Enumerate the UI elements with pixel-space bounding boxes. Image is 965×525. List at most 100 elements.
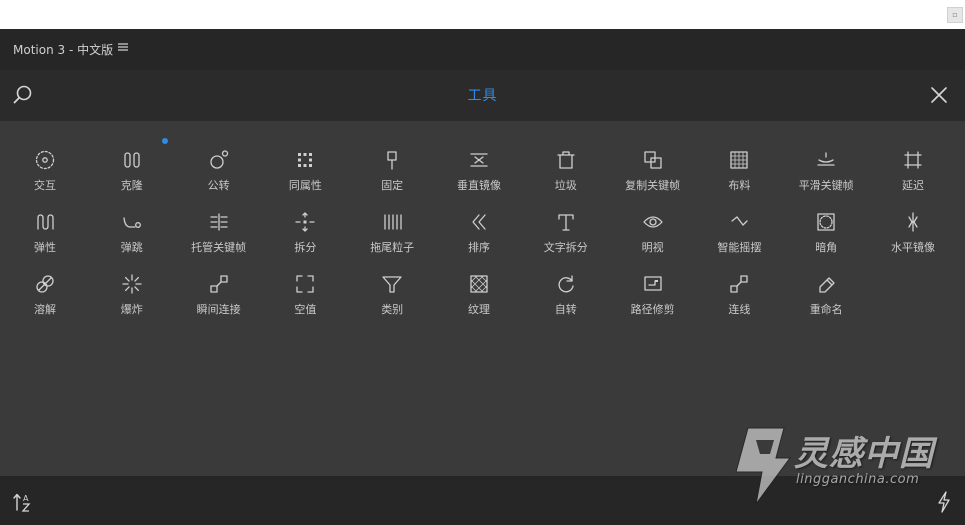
sort-order-icon: [469, 212, 489, 232]
vertical-mirror-icon: [469, 150, 489, 170]
smooth-keyframes-icon: [816, 150, 836, 170]
tool-horizontal-mirror[interactable]: 水平镜像: [870, 203, 956, 255]
rename-icon: [816, 274, 836, 294]
tool-instant-connect[interactable]: 瞬间连接: [176, 265, 262, 317]
tool-copy-keyframes[interactable]: 复制关键帧: [610, 141, 696, 193]
tool-eye[interactable]: 明视: [610, 203, 696, 255]
tool-label: 同属性: [288, 179, 322, 192]
window-top-strip: ▫: [0, 0, 965, 29]
tool-label: 垂直镜像: [457, 179, 501, 192]
svg-text:A: A: [23, 494, 29, 503]
tool-label: 排序: [468, 241, 490, 254]
cloth-icon: [729, 150, 749, 170]
tool-label: 交互: [34, 179, 56, 192]
search-bar: 工具: [0, 70, 965, 122]
tool-trail-particles[interactable]: 拖尾粒子: [349, 203, 435, 255]
delay-icon: [903, 150, 923, 170]
tool-path-trim[interactable]: 路径修剪: [610, 265, 696, 317]
hosted-keyframes-icon: [209, 212, 229, 232]
vignette-icon: [816, 212, 836, 232]
tool-label: 托管关键帧: [191, 241, 247, 254]
filter-icon: [382, 274, 402, 294]
tool-label: 明视: [641, 241, 664, 254]
tool-connect-line[interactable]: 连线: [696, 265, 782, 317]
texture-icon: [469, 274, 489, 294]
tool-rotate[interactable]: 自转: [523, 265, 609, 317]
tool-label: 拆分: [294, 241, 317, 254]
tool-orbit[interactable]: 公转: [176, 141, 262, 193]
tool-label: 弹性: [34, 241, 56, 254]
tool-text-split[interactable]: 文字拆分: [523, 203, 609, 255]
tool-label: 公转: [207, 179, 230, 192]
tool-null[interactable]: 空值: [262, 265, 348, 317]
tool-same-property[interactable]: 同属性: [262, 141, 348, 193]
tool-smooth-keyframes[interactable]: 平滑关键帧: [783, 141, 869, 193]
tool-rename[interactable]: 重命名: [783, 265, 869, 317]
tool-hosted-keyframes[interactable]: 托管关键帧: [176, 203, 262, 255]
tool-label: 重命名: [809, 303, 843, 316]
tool-pin[interactable]: 固定: [349, 141, 435, 193]
dissolve-icon: [35, 274, 55, 294]
tool-label: 弹跳: [120, 241, 143, 254]
tool-cloth[interactable]: 布料: [696, 141, 782, 193]
tool-elastic[interactable]: 弹性: [2, 203, 88, 255]
split-icon: [295, 212, 315, 232]
rotate-icon: [556, 274, 576, 294]
connect-line-icon: [729, 274, 749, 294]
tool-interaction[interactable]: 交互: [2, 141, 88, 193]
tool-bounce[interactable]: 弹跳: [89, 203, 175, 255]
tool-vignette[interactable]: 暗角: [783, 203, 869, 255]
tool-label: 类别: [381, 303, 404, 316]
copy-keyframes-icon: [643, 150, 663, 170]
tool-label: 瞬间连接: [196, 303, 241, 316]
tool-dissolve[interactable]: 溶解: [2, 265, 88, 317]
hamburger-menu-icon[interactable]: [118, 42, 128, 52]
lightning-bolt-icon[interactable]: [936, 491, 952, 513]
explode-icon: [122, 274, 142, 294]
tool-label: 文字拆分: [543, 241, 588, 254]
trail-particles-icon: [382, 212, 402, 232]
tool-label: 自转: [554, 303, 577, 316]
null-icon: [295, 274, 315, 294]
tool-delay[interactable]: 延迟: [870, 141, 956, 193]
panel-titlebar: Motion 3 - 中文版: [0, 29, 965, 70]
tool-split[interactable]: 拆分: [262, 203, 348, 255]
horizontal-mirror-icon: [903, 212, 923, 232]
tool-vertical-mirror[interactable]: 垂直镜像: [436, 141, 522, 193]
tool-label: 垃圾: [554, 179, 577, 192]
interaction-icon: [35, 150, 55, 170]
tools-grid: 交互 克隆 公转 同属性 固定 垂直镜像 垃圾 复制关键帧 布料 平滑关键帧 延迟弹性 弹跳 托管关键帧…: [0, 121, 965, 476]
panel-title: Motion 3 - 中文版: [13, 43, 114, 57]
tool-label: 空值: [294, 303, 317, 316]
tool-label: 拖尾粒子: [370, 241, 415, 254]
tool-texture[interactable]: 纹理: [436, 265, 522, 317]
tool-label: 固定: [381, 179, 404, 192]
tool-label: 水平镜像: [891, 241, 935, 254]
same-property-icon: [298, 153, 313, 167]
tool-trash[interactable]: 垃圾: [523, 141, 609, 193]
tool-label: 爆炸: [120, 303, 143, 316]
tool-sort-order[interactable]: 排序: [436, 203, 522, 255]
tool-label: 溶解: [34, 303, 56, 316]
tool-filter[interactable]: 类别: [349, 265, 435, 317]
tool-explode[interactable]: 爆炸: [89, 265, 175, 317]
tool-label: 智能摇摆: [717, 241, 762, 254]
eye-icon: [643, 212, 663, 232]
orbit-icon: [209, 150, 229, 170]
sort-az-icon[interactable]: A: [12, 491, 34, 513]
path-trim-icon: [643, 274, 663, 294]
tool-clone[interactable]: 克隆: [89, 141, 175, 193]
section-title: 工具: [467, 88, 498, 104]
tool-smart-wiggle[interactable]: 智能摇摆: [696, 203, 782, 255]
tool-label: 纹理: [468, 303, 490, 316]
close-icon[interactable]: [930, 86, 948, 104]
bounce-icon: [122, 212, 142, 232]
motion-panel: Motion 3 - 中文版 工具 交互 克隆 公转 同属性 固定 垂直镜像 垃圾 复制关键帧…: [0, 29, 965, 525]
tool-label: 路径修剪: [630, 303, 675, 316]
tool-label: 复制关键帧: [625, 179, 681, 192]
tool-label: 平滑关键帧: [798, 179, 854, 192]
window-corner-button[interactable]: ▫: [947, 7, 963, 23]
tool-label: 连线: [728, 303, 751, 316]
bottom-toolbar: A: [0, 476, 965, 525]
elastic-icon: [35, 212, 55, 232]
